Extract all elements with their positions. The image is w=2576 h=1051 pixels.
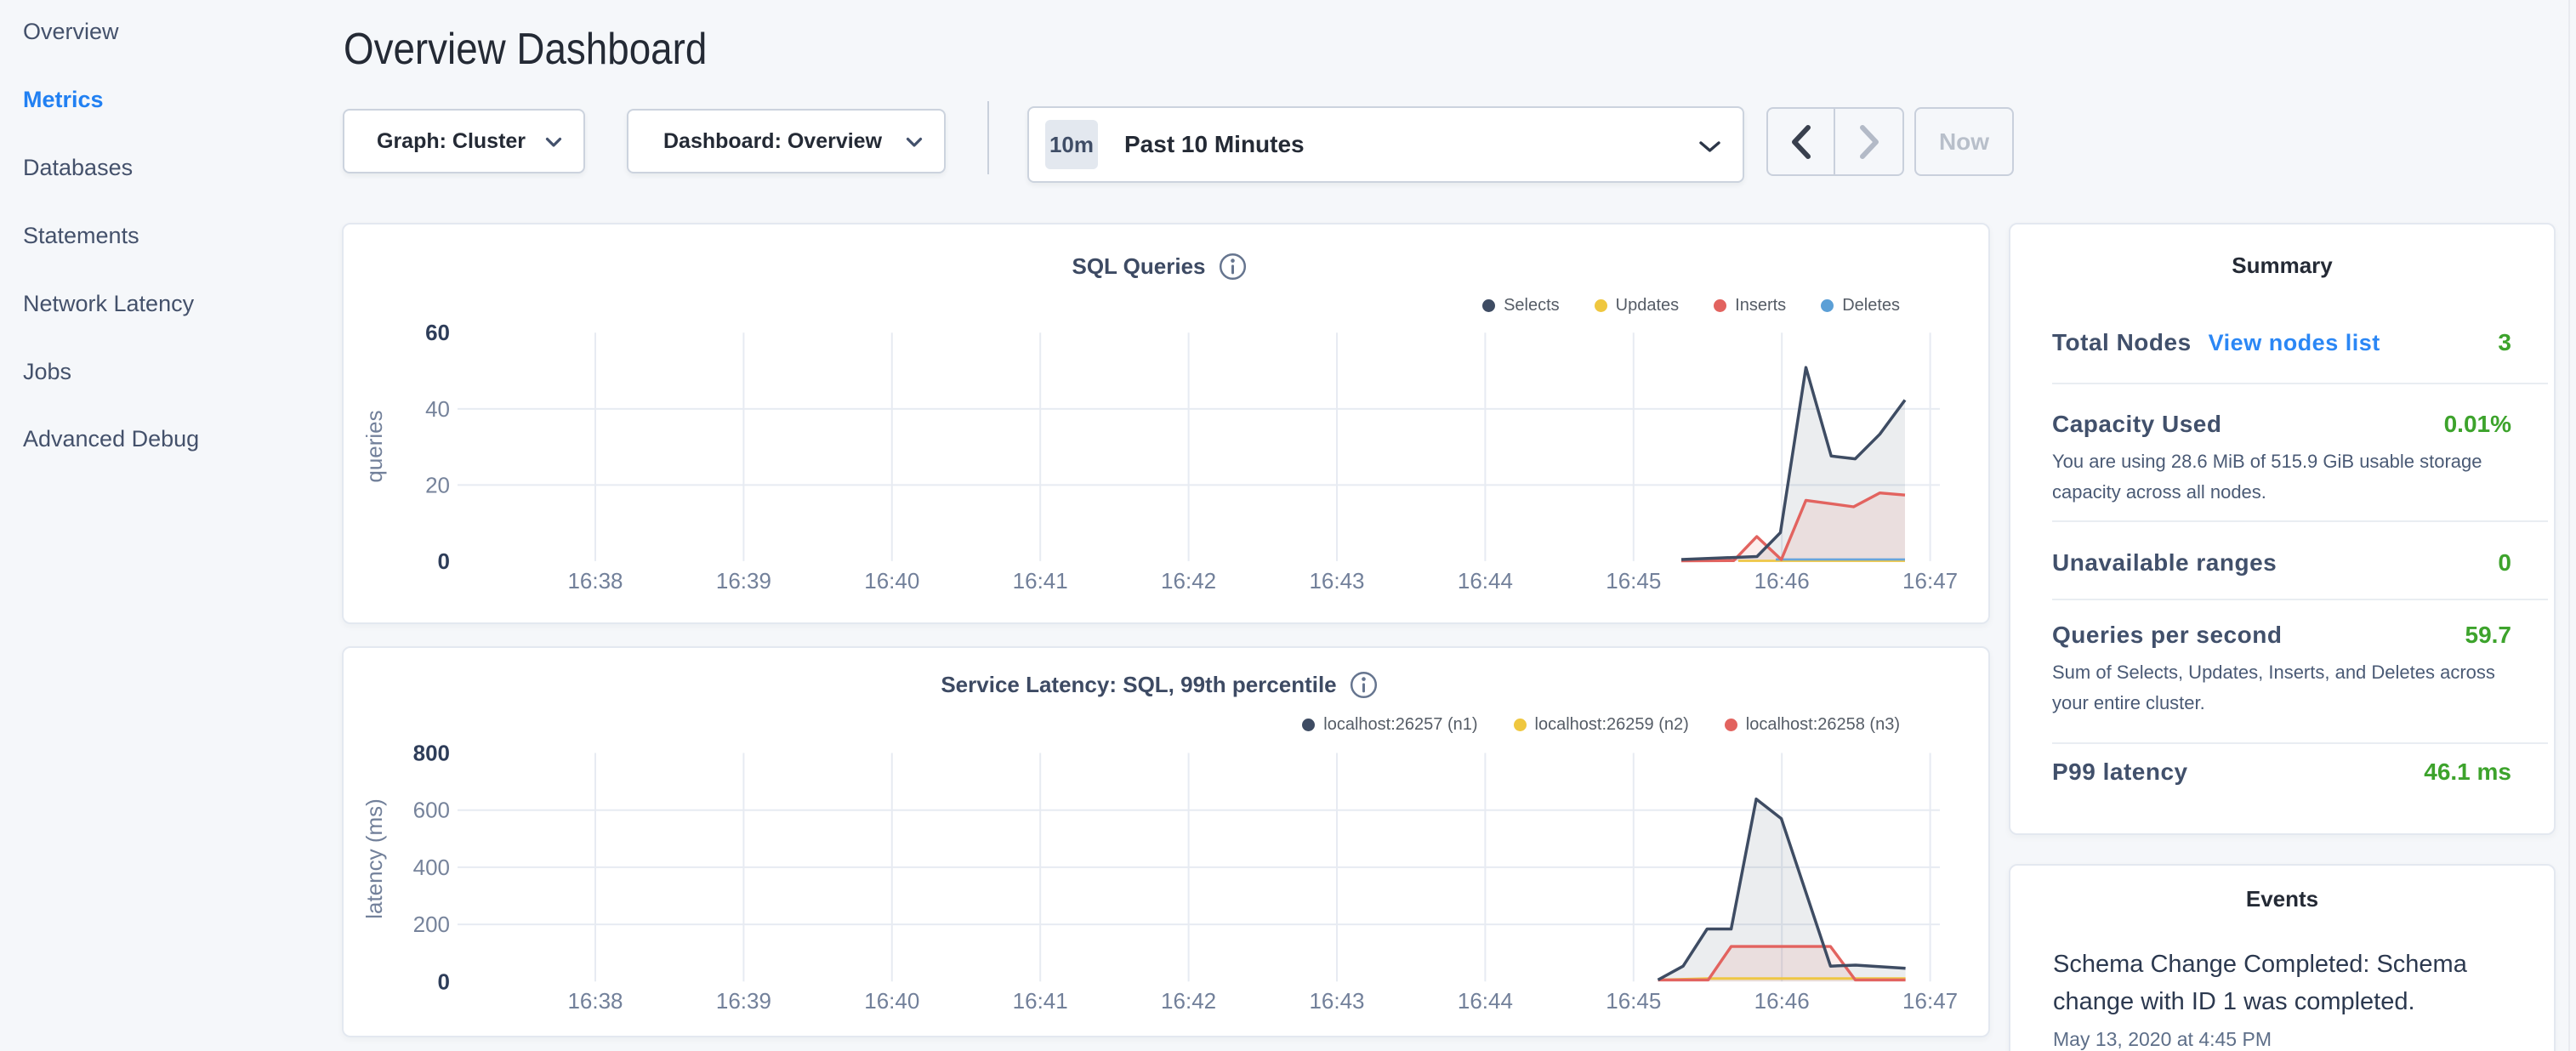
svg-text:60: 60 [425,320,450,345]
svg-text:0: 0 [438,548,450,574]
svg-text:16:45: 16:45 [1606,988,1661,1014]
svg-text:16:43: 16:43 [1309,568,1364,594]
svg-text:16:38: 16:38 [567,988,623,1014]
svg-text:16:44: 16:44 [1458,988,1513,1014]
svg-text:16:40: 16:40 [864,568,919,594]
svg-text:16:47: 16:47 [1902,568,1958,594]
svg-text:16:42: 16:42 [1161,988,1216,1014]
svg-text:600: 600 [413,798,450,823]
svg-text:16:45: 16:45 [1606,568,1661,594]
svg-text:20: 20 [425,472,450,497]
svg-text:400: 400 [413,855,450,880]
svg-text:16:38: 16:38 [567,568,623,594]
svg-text:16:46: 16:46 [1754,988,1810,1014]
svg-text:16:44: 16:44 [1458,568,1513,594]
svg-text:0: 0 [438,969,450,994]
svg-text:16:41: 16:41 [1013,568,1068,594]
svg-text:40: 40 [425,396,450,422]
svg-text:queries: queries [361,410,387,482]
svg-text:latency (ms): latency (ms) [361,798,387,919]
svg-text:800: 800 [413,741,450,766]
svg-text:200: 200 [413,912,450,937]
svg-text:16:42: 16:42 [1161,568,1216,594]
svg-text:16:39: 16:39 [716,988,771,1014]
svg-text:16:47: 16:47 [1902,988,1958,1014]
svg-text:16:41: 16:41 [1013,988,1068,1014]
svg-text:16:46: 16:46 [1754,568,1810,594]
svg-text:16:39: 16:39 [716,568,771,594]
svg-text:16:40: 16:40 [864,988,919,1014]
svg-text:16:43: 16:43 [1309,988,1364,1014]
